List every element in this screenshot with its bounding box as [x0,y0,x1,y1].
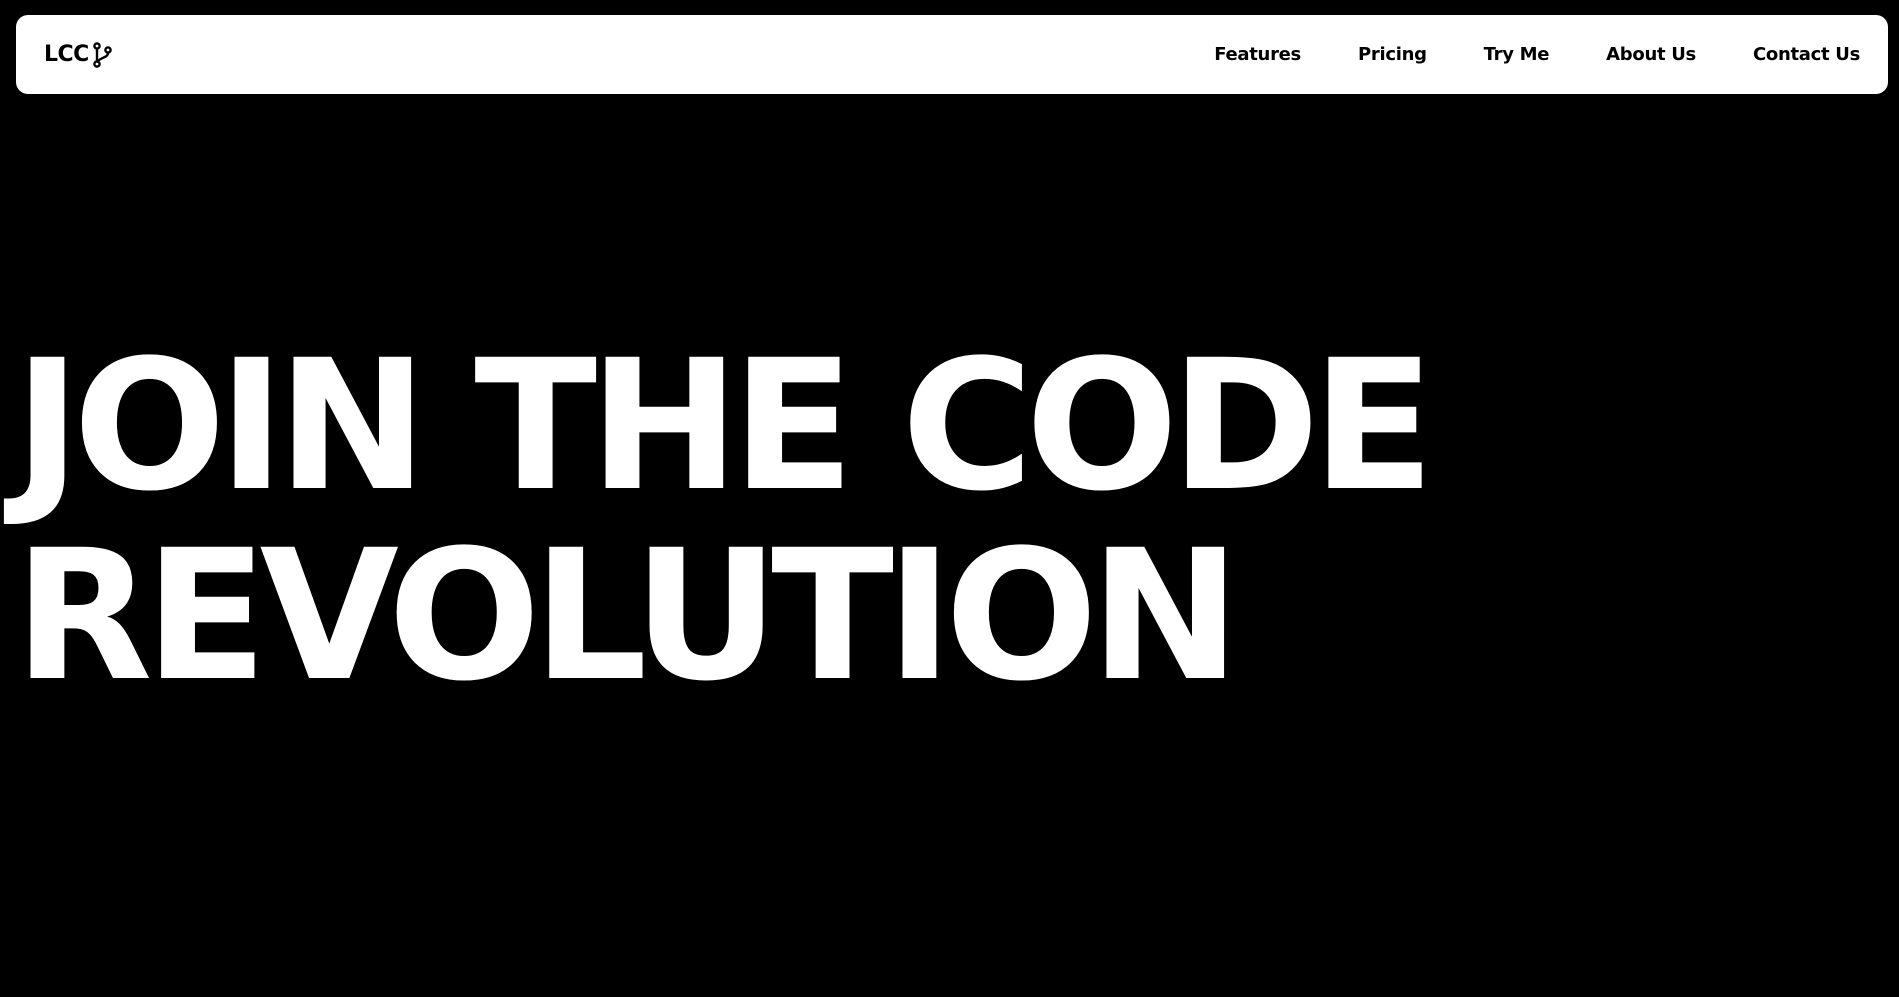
top-navbar: LCC Features Pricing Try Me About Us Con… [16,15,1888,94]
git-branch-icon [91,41,113,68]
nav-links: Features Pricing Try Me About Us Contact… [1157,44,1860,65]
hero-section: JOIN THE CODE REVOLUTION [14,332,1814,712]
hero-heading-line-2: REVOLUTION [14,512,1241,721]
nav-link-pricing[interactable]: Pricing [1358,44,1427,65]
nav-link-features[interactable]: Features [1214,44,1301,65]
nav-link-about-us[interactable]: About Us [1606,44,1696,65]
brand-logo[interactable]: LCC [44,41,113,68]
nav-link-try-me[interactable]: Try Me [1484,44,1550,65]
brand-name: LCC [44,42,89,67]
nav-link-contact-us[interactable]: Contact Us [1753,44,1860,65]
hero-heading-line-1: JOIN THE CODE [14,322,1435,531]
